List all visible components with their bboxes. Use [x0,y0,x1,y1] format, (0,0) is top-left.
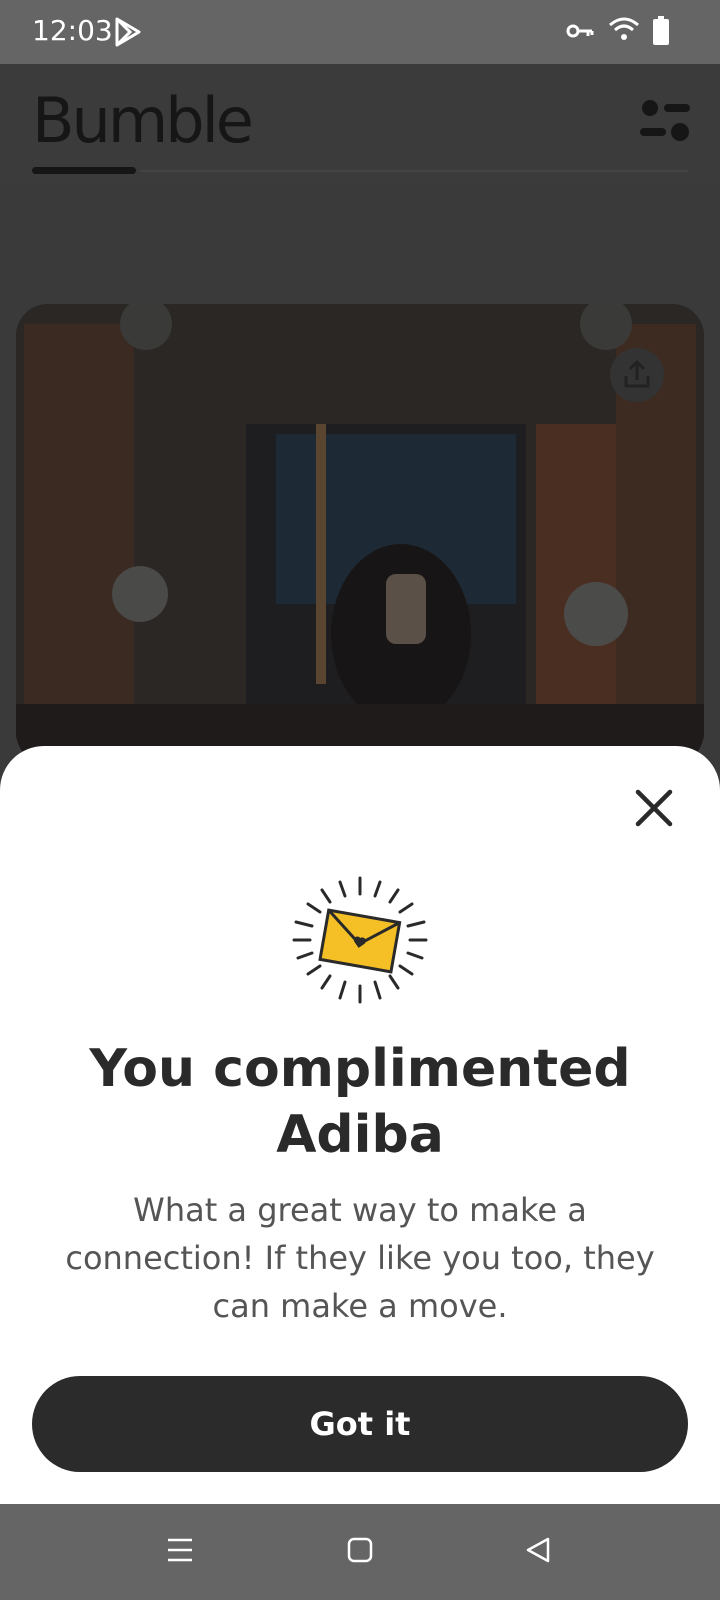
back-icon[interactable] [524,1536,552,1569]
confirmation-title: You complimented Adiba [40,1036,680,1168]
message-line: can make a move. [212,1287,508,1325]
recents-icon[interactable] [166,1536,194,1569]
bumble-logo: Bumble [32,84,254,157]
got-it-label: Got it [309,1405,411,1443]
message-line: connection! If they like you too, they [65,1239,655,1277]
home-icon[interactable] [346,1536,374,1569]
share-button[interactable] [610,348,664,402]
battery-icon [652,16,670,51]
profile-photo-card[interactable] [16,304,704,764]
message-line: What a great way to make a [133,1191,587,1229]
system-nav-bar [0,1504,720,1600]
play-store-icon [114,16,142,53]
compliment-confirmation-sheet: You complimented Adiba What a great way … [0,746,720,1504]
status-bar: 12:03 [0,0,720,64]
status-time: 12:03 [32,14,113,47]
filter-icon[interactable] [640,98,690,149]
profile-photo [16,304,704,764]
header-divider [140,170,688,172]
close-icon[interactable] [632,786,676,830]
tab-indicator [32,167,136,174]
got-it-button[interactable]: Got it [32,1376,688,1472]
title-line: Adiba [276,1105,444,1165]
envelope-heart-icon [292,876,428,1004]
vpn-key-icon [566,22,594,45]
app-header: Bumble [0,64,720,184]
share-icon [624,359,650,388]
wifi-icon [608,16,640,47]
confirmation-message: What a great way to make a connection! I… [50,1186,670,1330]
title-line: You complimented [89,1039,631,1099]
